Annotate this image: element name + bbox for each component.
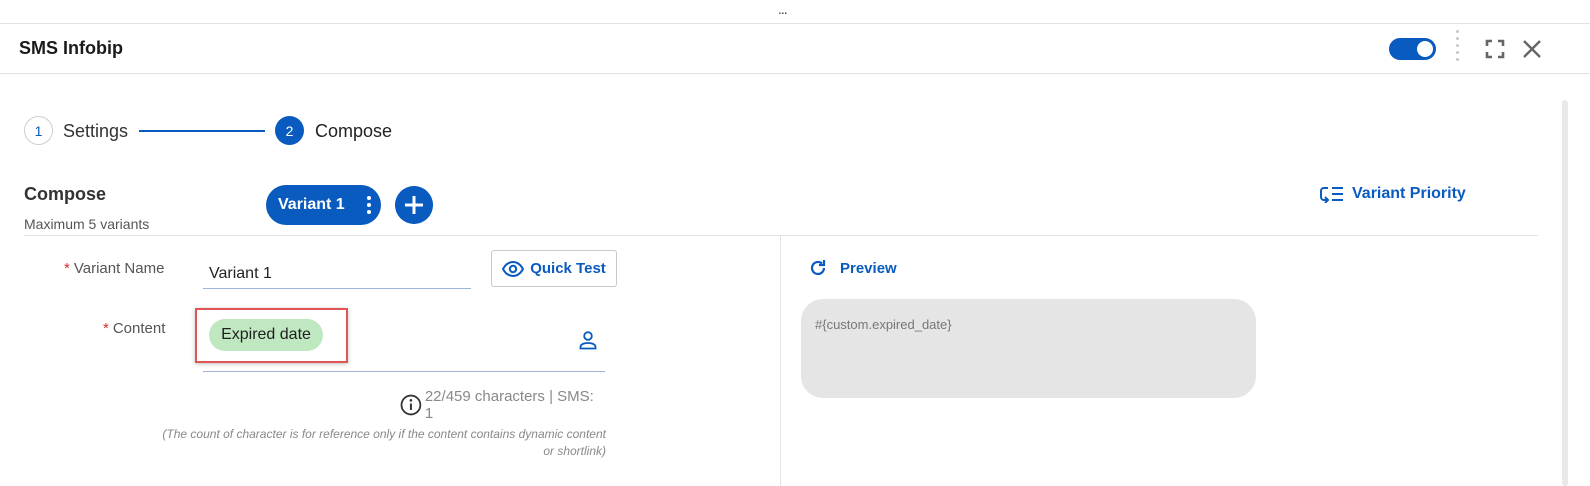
column-divider xyxy=(780,236,781,486)
compose-heading: Compose xyxy=(24,184,107,204)
character-count: 22/459 characters | SMS: 1 xyxy=(400,388,605,422)
toggle-knob xyxy=(1417,41,1433,57)
required-mark: * xyxy=(64,260,70,277)
variant-tab[interactable]: Variant 1 xyxy=(266,185,381,225)
drag-handle[interactable]: ... xyxy=(0,0,1590,24)
enable-toggle[interactable] xyxy=(1389,38,1436,60)
variant-name-label-text: Variant Name xyxy=(73,260,165,277)
separator-dots xyxy=(1456,30,1460,68)
character-count-text: 22/459 characters | SMS: 1 xyxy=(424,388,594,422)
variant-priority-button[interactable]: Variant Priority xyxy=(1320,183,1466,205)
step-1-circle[interactable]: 1 xyxy=(24,116,53,145)
add-variant-icon[interactable] xyxy=(395,186,433,224)
close-icon[interactable] xyxy=(1520,37,1544,61)
personalization-icon[interactable] xyxy=(578,330,598,350)
preview-button[interactable]: Preview xyxy=(808,258,897,278)
preview-text: #{custom.expired_date} xyxy=(815,317,952,332)
variant-name-label: * Variant Name xyxy=(64,260,164,277)
panel-header: SMS Infobip xyxy=(0,24,1590,74)
refresh-icon xyxy=(810,260,826,276)
variant-tab-label: Variant 1 xyxy=(278,196,345,213)
variant-name-input[interactable] xyxy=(203,253,471,289)
quick-test-button[interactable]: Quick Test xyxy=(491,250,617,287)
priority-list-icon xyxy=(1320,187,1343,203)
step-2-circle[interactable]: 2 xyxy=(275,116,304,145)
info-icon xyxy=(400,394,422,416)
character-count-note: (The count of character is for reference… xyxy=(162,427,606,458)
drag-handle-dots: ... xyxy=(778,1,788,17)
required-mark: * xyxy=(103,320,109,337)
quick-test-label: Quick Test xyxy=(530,260,606,277)
panel-title: SMS Infobip xyxy=(19,38,123,58)
section-divider xyxy=(24,235,1538,236)
step-connector xyxy=(139,130,265,132)
scrollbar[interactable] xyxy=(1562,100,1568,486)
kebab-menu-icon[interactable] xyxy=(367,196,371,214)
eye-icon xyxy=(502,260,525,277)
content-label-text: Content xyxy=(112,320,166,337)
variant-priority-label: Variant Priority xyxy=(1352,185,1466,202)
fullscreen-icon[interactable] xyxy=(1484,38,1506,60)
sms-preview-bubble: #{custom.expired_date} xyxy=(801,299,1256,398)
step-compose-label[interactable]: Compose xyxy=(315,121,392,142)
content-label: * Content xyxy=(103,320,165,337)
preview-label: Preview xyxy=(840,259,897,277)
highlight-box xyxy=(195,308,348,363)
compose-subtitle: Maximum 5 variants xyxy=(24,216,150,232)
step-settings-label[interactable]: Settings xyxy=(63,121,128,142)
